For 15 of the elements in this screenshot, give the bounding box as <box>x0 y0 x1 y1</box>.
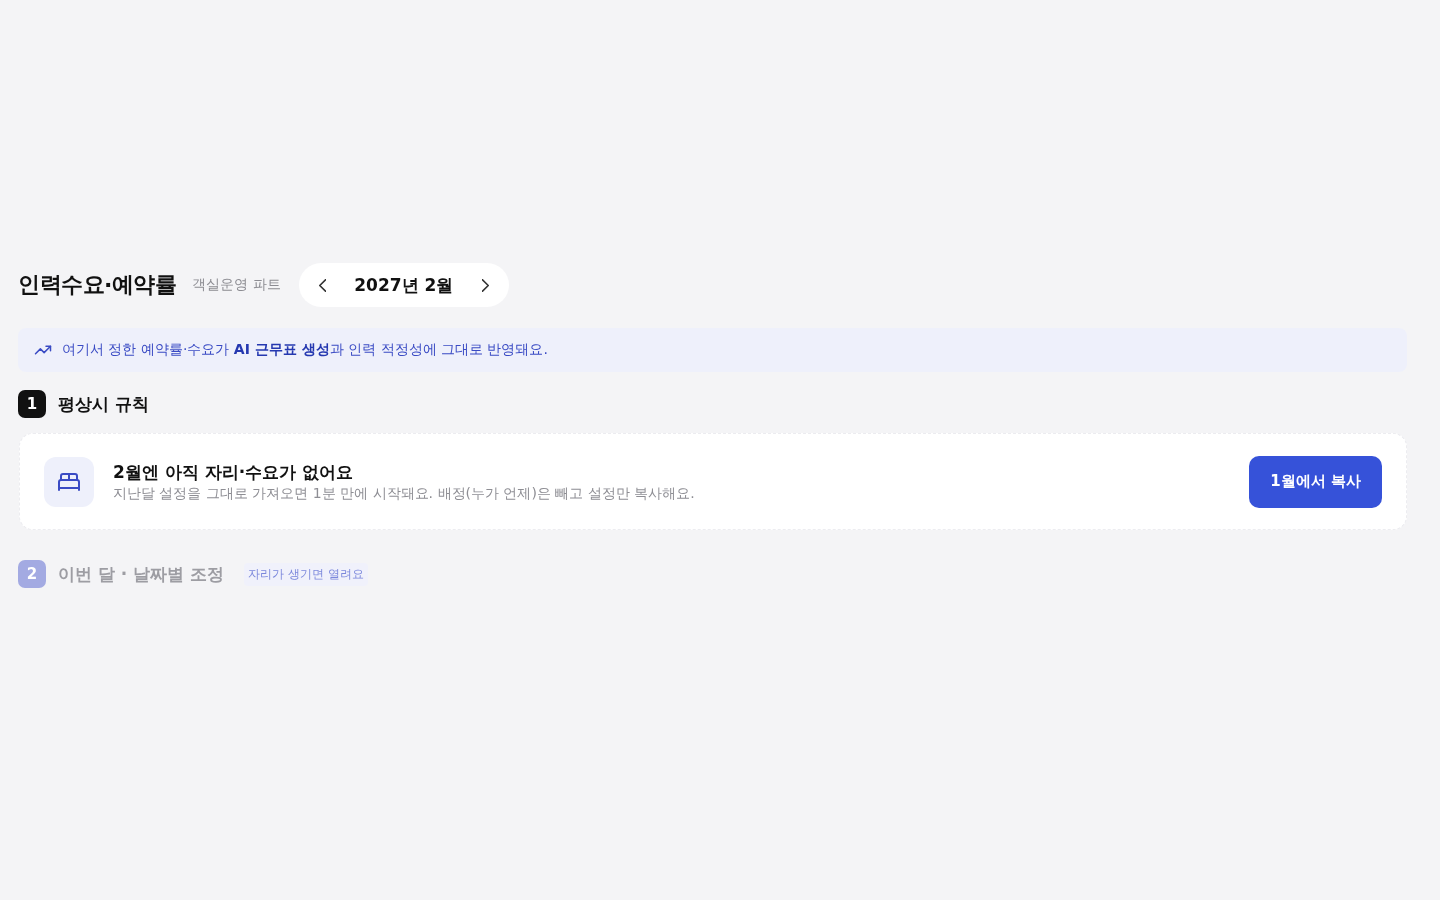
empty-state-description: 지난달 설정을 그대로 가져오면 1분 만에 시작돼요. 배정(누가 언제)은 빼고 설정만 복사해요. <box>113 483 696 503</box>
step-title: 이번 달 · 날짜별 조정 <box>58 562 225 586</box>
page-title: 인력수요·예약률 <box>18 271 177 299</box>
step-title: 평상시 규칙 <box>58 392 149 416</box>
info-banner-text: 여기서 정한 예약률·수요가 AI 근무표 생성과 인력 적정성에 그대로 반영돼요. <box>62 341 548 359</box>
bed-icon <box>44 456 94 507</box>
chevron-left-icon <box>318 278 326 292</box>
step-number: 2 <box>18 560 46 588</box>
step-number: 1 <box>18 390 46 418</box>
step-hint: 자리가 생기면 열려요 <box>244 562 368 586</box>
copy-button[interactable]: 1월에서 복사 <box>1249 455 1382 508</box>
month-label: 2027년 2월 <box>354 273 454 297</box>
page-subtitle: 객실운영 파트 <box>192 276 281 294</box>
empty-state-title: 2월엔 아직 자리·수요가 없어요 <box>113 460 355 483</box>
chevron-right-icon <box>481 278 489 292</box>
